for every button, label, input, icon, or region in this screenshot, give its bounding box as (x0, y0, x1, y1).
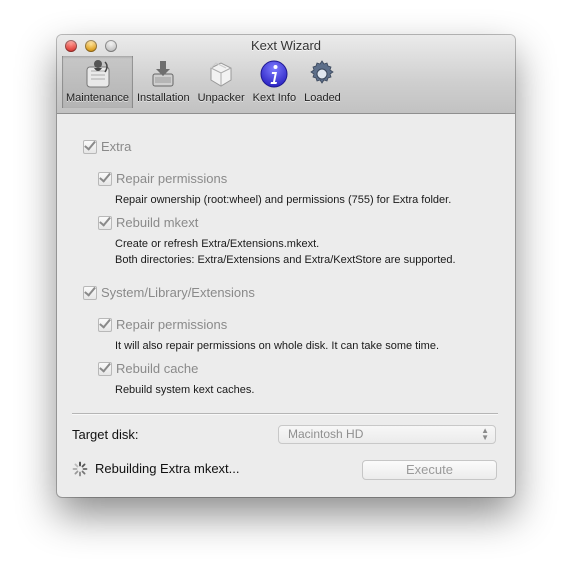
kext-wizard-window: Kext Wizard Maintenance Installation Unp… (57, 35, 515, 497)
target-disk-label: Target disk: (72, 427, 139, 442)
system-repair-permissions-option[interactable]: Repair permissions (98, 317, 227, 332)
toolbar-item-unpacker[interactable]: Unpacker (194, 56, 249, 108)
system-extensions-label: System/Library/Extensions (101, 285, 255, 300)
description-line: Create or refresh Extra/Extensions.mkext… (115, 238, 320, 250)
execute-button[interactable]: Execute (362, 460, 497, 480)
extra-repair-permissions-checkbox[interactable] (98, 171, 112, 186)
toolbar-label: Kext Info (252, 92, 297, 104)
extra-repair-permissions-description: Repair ownership (root:wheel) and permis… (115, 194, 452, 206)
toolbar-label: Unpacker (197, 92, 245, 104)
extra-rebuild-mkext-description: Create or refresh Extra/Extensions.mkext… (115, 236, 456, 268)
spinner-icon (72, 461, 88, 477)
toolbar-label: Loaded (304, 92, 341, 104)
gear-icon (310, 60, 335, 84)
titlebar: Kext Wizard Maintenance Installation Unp… (57, 35, 515, 114)
system-rebuild-cache-option[interactable]: Rebuild cache (98, 361, 198, 376)
separator (72, 413, 498, 415)
system-repair-permissions-checkbox[interactable] (98, 317, 112, 332)
extra-rebuild-mkext-option[interactable]: Rebuild mkext (98, 215, 198, 230)
updown-arrows-icon: ▲ ▼ (481, 426, 489, 442)
extra-rebuild-mkext-checkbox[interactable] (98, 215, 112, 230)
system-extensions-checkbox[interactable] (83, 285, 97, 300)
description-line: Both directories: Extra/Extensions and E… (115, 254, 456, 266)
system-repair-permissions-label: Repair permissions (116, 317, 228, 332)
toolbar: Maintenance Installation Unpacker Kext I… (62, 56, 345, 112)
toolbar-item-kext-info[interactable]: Kext Info (249, 56, 300, 108)
extra-label: Extra (101, 139, 132, 154)
system-repair-permissions-description: It will also repair permissions on whole… (115, 340, 440, 352)
info-icon (260, 60, 288, 88)
extra-checkbox[interactable] (83, 139, 97, 154)
system-rebuild-cache-checkbox[interactable] (98, 361, 112, 376)
extra-option[interactable]: Extra (83, 139, 131, 154)
target-disk-popup[interactable]: Macintosh HD ▲ ▼ (278, 425, 496, 444)
extra-rebuild-mkext-label: Rebuild mkext (116, 215, 199, 230)
maintenance-icon (86, 60, 109, 88)
target-disk-value: Macintosh HD (288, 427, 364, 441)
toolbar-label: Maintenance (66, 92, 129, 104)
extra-repair-permissions-option[interactable]: Repair permissions (98, 171, 227, 186)
status-text: Rebuilding Extra mkext... (95, 461, 240, 476)
system-extensions-option[interactable]: System/Library/Extensions (83, 285, 255, 300)
system-rebuild-cache-label: Rebuild cache (116, 361, 199, 376)
toolbar-label: Installation (137, 92, 190, 104)
unpacker-icon (210, 62, 232, 87)
window-title: Kext Wizard (250, 38, 322, 53)
maintenance-panel: Extra Repair permissions Repair ownershi… (57, 114, 515, 497)
installation-icon (152, 61, 174, 87)
system-rebuild-cache-description: Rebuild system kext caches. (115, 384, 255, 396)
toolbar-item-maintenance[interactable]: Maintenance (62, 56, 133, 108)
toolbar-item-installation[interactable]: Installation (133, 56, 194, 108)
toolbar-item-loaded[interactable]: Loaded (300, 56, 345, 108)
extra-repair-permissions-label: Repair permissions (116, 171, 228, 186)
